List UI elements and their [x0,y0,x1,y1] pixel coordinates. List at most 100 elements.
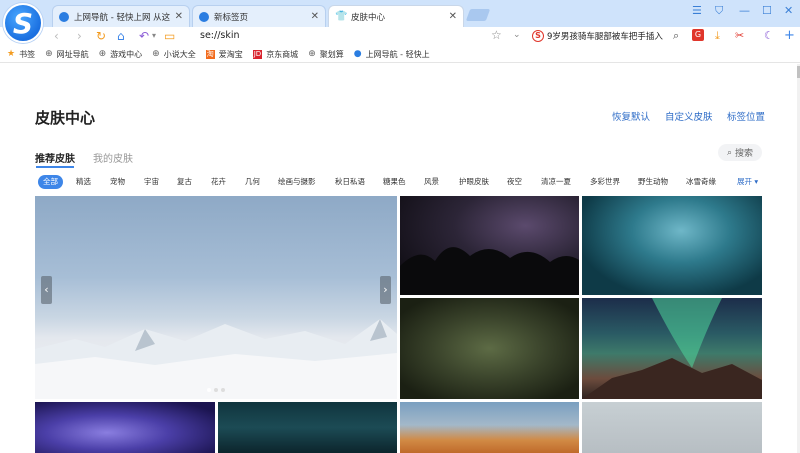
category-chip[interactable]: 花卉 [211,175,226,189]
bookmark-item[interactable]: ⊕ 网址导航 [45,49,89,60]
skin-thumbnail[interactable] [400,196,579,295]
minimize-button[interactable]: — [739,4,750,17]
tab-skin-center[interactable]: 👕 皮肤中心 ✕ [328,5,464,27]
skin-thumbnail[interactable] [35,402,215,453]
menu-icon[interactable]: ☰ [692,4,702,17]
category-chip[interactable]: 几何 [245,175,260,189]
bookmark-label: 爱淘宝 [218,49,243,59]
back-icon[interactable]: ‹ [54,29,59,43]
search-engine-icon[interactable]: S [532,30,544,42]
page-title: 皮肤中心 [35,109,96,127]
bookmark-item[interactable]: 淘 爱淘宝 [205,49,243,60]
bookmark-item[interactable]: ⊕ 游戏中心 [99,49,143,60]
category-chip[interactable]: 复古 [177,175,192,189]
night-sky-trees-image [400,247,579,295]
category-chip[interactable]: 糖果色 [383,175,406,189]
bookmark-label: 书签 [19,49,36,59]
navigation-bar: ‹ › ↻ ⌂ ↶ ▾ ▭ se://skin ☆ ⌄ S 9岁男孩骑车腿部被车… [0,27,800,46]
expand-categories-button[interactable]: 展开 ▾ [737,175,758,189]
category-chip[interactable]: 全部 [38,175,63,189]
skin-thumbnail[interactable] [582,298,762,399]
tab-strip: S 上网导航 - 轻快上网 从这里开始 ✕ 新标签页 ✕ 👕 皮肤中心 ✕ ☰ … [0,0,800,43]
search-icon: ⌕ [726,147,733,158]
bookmark-item[interactable]: JD 京东商城 [252,49,299,60]
close-icon[interactable]: ✕ [175,11,183,22]
forward-icon[interactable]: › [77,29,82,43]
home-icon[interactable]: ⌂ [117,29,125,43]
custom-skin-link[interactable]: 自定义皮肤 [665,109,713,123]
carousel-next-button[interactable]: › [380,276,391,304]
browser-logo-icon [59,11,69,22]
skin-thumbnail[interactable] [400,402,579,453]
category-chip[interactable]: 冰雪奇缘 [686,175,716,189]
category-chip[interactable]: 夜空 [507,175,522,189]
tab-my-skins[interactable]: 我的皮肤 [93,150,133,165]
maximize-button[interactable]: ☐ [762,4,772,17]
close-icon[interactable]: ✕ [311,11,319,22]
bookmark-item[interactable]: ● 上网导航 - 轻快上 [354,49,430,60]
close-icon[interactable]: ✕ [449,11,457,22]
tab-position-link[interactable]: 标签位置 [727,109,765,123]
category-chip[interactable]: 精选 [76,175,91,189]
address-input[interactable]: se://skin [200,30,240,41]
download-icon[interactable]: ⤓ [715,29,720,42]
bookmark-label: 游戏中心 [110,49,143,59]
browser-logo-icon[interactable]: S [3,3,43,43]
chevron-down-icon[interactable]: ⌄ [513,30,521,40]
skin-search-button[interactable]: ⌕ 搜索 [718,144,762,161]
shirt-icon: 👕 [335,10,348,22]
category-filter: 全部 精选 宠物 宇宙 复古 花卉 几何 绘画与摄影 秋日私语 糖果色 风景 护… [35,175,765,189]
jd-icon: JD [252,49,263,59]
carousel-prev-button[interactable]: ‹ [41,276,52,304]
bookmark-star-icon[interactable]: ☆ [491,28,502,42]
search-label: 搜索 [735,149,754,159]
reader-icon[interactable]: ▭ [164,29,175,43]
night-mode-icon[interactable]: ☾ [764,29,774,42]
category-chip[interactable]: 多彩世界 [590,175,620,189]
bookmark-item[interactable]: ★ 书签 [7,49,35,60]
carousel-dot[interactable] [207,388,211,392]
category-chip[interactable]: 宇宙 [144,175,159,189]
category-chip[interactable]: 宠物 [110,175,125,189]
chevron-down-icon[interactable]: ▾ [152,29,156,43]
category-chip[interactable]: 清凉一夏 [541,175,571,189]
skin-thumbnail[interactable] [582,402,762,453]
category-chip[interactable]: 风景 [424,175,439,189]
bookmark-item[interactable]: ⊕ 小说大全 [152,49,196,60]
search-icon[interactable]: ⌕ [673,29,679,42]
taobao-icon: 淘 [205,49,215,59]
skin-icon[interactable]: ⛉ [715,4,723,18]
refresh-icon[interactable]: ↻ [96,29,106,43]
skin-thumbnail[interactable] [218,402,397,453]
tab-title: 新标签页 [214,12,249,23]
globe-icon: ⊕ [45,48,53,59]
category-chip[interactable]: 绘画与摄影 [278,175,316,189]
bookmarks-bar: ★ 书签 ⊕ 网址导航 ⊕ 游戏中心 ⊕ 小说大全 淘 爱淘宝 JD 京东商城 … [0,46,800,63]
add-icon[interactable]: + [784,29,795,42]
tab-title: 上网导航 - 轻快上网 从这里开始 [74,12,170,23]
skin-thumbnail[interactable] [400,298,579,399]
tab-new[interactable]: 新标签页 ✕ [192,5,326,27]
category-chip[interactable]: 护眼皮肤 [459,175,489,189]
tab-recommended-skins[interactable]: 推荐皮肤 [35,150,75,165]
aurora-mountain-image [582,298,762,399]
search-input[interactable]: S 9岁男孩骑车腿部被车把手插入 [528,27,688,45]
category-chip[interactable]: 野生动物 [638,175,668,189]
carousel-dot[interactable] [221,388,225,392]
restore-default-link[interactable]: 恢复默认 [612,109,650,123]
new-tab-button[interactable] [465,9,491,21]
carousel-dots [207,388,225,392]
skin-thumbnail[interactable] [582,196,762,295]
carousel-dot[interactable] [214,388,218,392]
bookmark-item[interactable]: ⊕ 聚划算 [308,49,344,60]
app-icon[interactable]: G [692,29,704,41]
globe-icon: ⊕ [98,48,107,59]
star-icon: ★ [7,48,16,59]
category-chip[interactable]: 秋日私语 [335,175,365,189]
tab-nav[interactable]: 上网导航 - 轻快上网 从这里开始 ✕ [52,5,190,27]
bookmark-label: 京东商城 [266,49,299,59]
close-window-button[interactable]: ✕ [784,4,793,17]
screenshot-icon[interactable]: ✂ [735,29,744,42]
undo-icon[interactable]: ↶ [139,29,149,43]
featured-skin-carousel[interactable]: ‹ › [35,196,397,399]
